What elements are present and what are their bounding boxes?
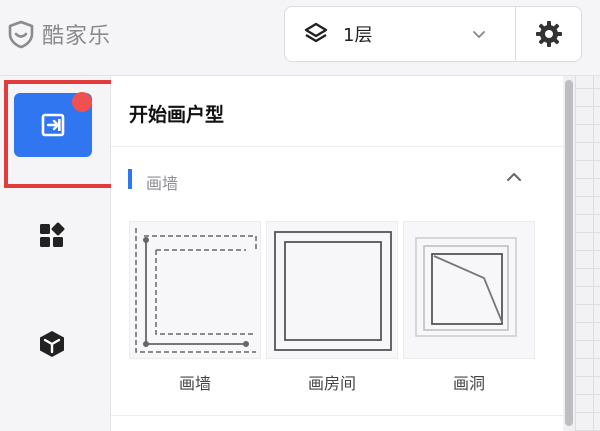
panel-title: 开始画户型 — [129, 104, 225, 126]
draw-room-tool[interactable] — [266, 221, 398, 359]
draw-opening-tool[interactable] — [403, 221, 535, 359]
draw-opening-label: 画洞 — [452, 374, 485, 393]
section-label: 画墙 — [146, 174, 179, 193]
app-logo[interactable]: 酷家乐 — [6, 18, 111, 50]
chevron-down-icon — [473, 31, 485, 38]
chevron-up-icon[interactable] — [505, 170, 523, 184]
draw-panel: 开始画户型 画墙 画墙 画房间 画洞 — [111, 76, 563, 431]
draw-opening-icon — [415, 237, 517, 337]
gear-icon — [535, 21, 562, 47]
draw-room-label: 画房间 — [307, 374, 356, 393]
scrollbar-thumb[interactable] — [565, 80, 573, 426]
floor-dropdown[interactable]: 1层 — [284, 6, 516, 62]
top-bar: 酷家乐 1层 — [0, 0, 600, 76]
draw-wall-label: 画墙 — [178, 374, 211, 393]
app-name: 酷家乐 — [42, 24, 112, 49]
layers-icon — [304, 22, 328, 43]
draw-wall-icon — [135, 228, 257, 353]
divider — [111, 146, 563, 147]
divider — [111, 415, 563, 416]
left-rail — [0, 76, 122, 431]
cube-icon[interactable] — [36, 328, 68, 360]
draw-wall-tool[interactable] — [129, 221, 261, 359]
shield-logo-icon — [8, 20, 34, 49]
design-canvas[interactable] — [575, 76, 600, 431]
draw-room-icon — [274, 231, 392, 351]
settings-button[interactable] — [516, 6, 582, 62]
grid-modules-icon[interactable] — [36, 220, 68, 252]
floor-label: 1层 — [343, 25, 373, 46]
section-accent-bar — [128, 169, 132, 189]
highlight-frame — [4, 80, 122, 188]
